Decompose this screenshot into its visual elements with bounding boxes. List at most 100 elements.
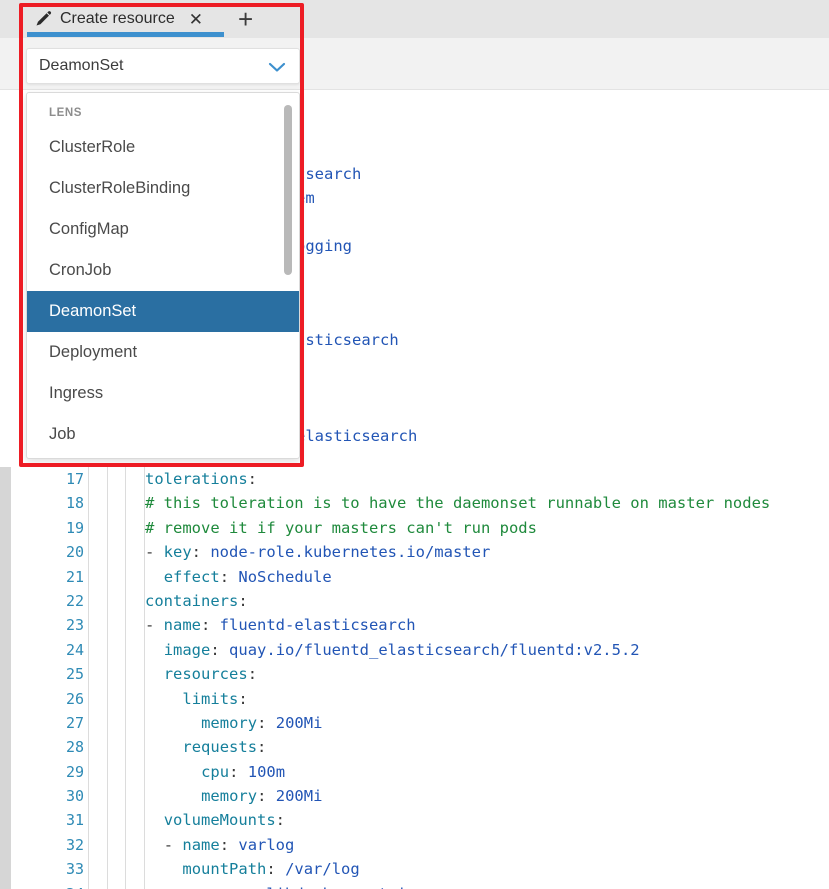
code-line[interactable]: 34 - name: varlibdockercontainers — [11, 882, 829, 889]
line-number: 18 — [65, 494, 84, 513]
token-punct: : — [229, 762, 248, 781]
token-key: resources — [163, 665, 248, 684]
token-key: tolerations — [145, 470, 248, 488]
dropdown-item-deamonset[interactable]: DeamonSet — [27, 291, 299, 332]
line-number: 29 — [65, 762, 84, 781]
code-text: # remove it if your masters can't run po… — [145, 516, 537, 540]
token-val: 200Mi — [275, 713, 323, 732]
token-val: varlog — [238, 835, 295, 854]
dropdown-item-label: ConfigMap — [49, 220, 129, 238]
code-line[interactable]: 32 - name: varlog — [11, 833, 829, 857]
token-key: name — [163, 616, 201, 635]
dropdown-scrollbar[interactable] — [284, 97, 296, 456]
code-text: effect: NoSchedule — [164, 565, 332, 589]
code-text: # this toleration is to have the daemons… — [145, 491, 770, 515]
code-text: requests: — [182, 735, 266, 759]
line-number: 34 — [11, 882, 84, 889]
code-text: - name: varlog — [164, 833, 295, 857]
yaml-editor[interactable]: 17 tolerations: 18 # this toleration is to … — [0, 467, 829, 889]
code-line[interactable]: 25 resources: — [11, 662, 829, 686]
token-key: volumeMounts — [163, 811, 276, 830]
token-punct: : — [275, 811, 286, 830]
code-line[interactable]: 18 # this toleration is to have the daemo… — [11, 491, 829, 515]
code-text: volumeMounts: — [164, 808, 285, 832]
code-text: - name: fluentd-elasticsearch — [145, 613, 416, 637]
token-punct: : — [191, 543, 211, 562]
token-key: mountPath — [182, 860, 267, 879]
token-key: limits — [182, 689, 239, 708]
token-key: name — [182, 885, 219, 889]
line-number: 26 — [65, 689, 84, 708]
dropdown-item-job[interactable]: Job — [27, 414, 299, 455]
line-number: 20 — [65, 543, 84, 562]
token-val: node-role.kubernetes.io/master — [210, 543, 491, 562]
dropdown-item-label: Job — [49, 425, 76, 443]
code-area[interactable]: 17 tolerations: 18 # this toleration is to … — [11, 467, 829, 889]
token-punct: : — [257, 787, 276, 806]
token-val: /var/log — [285, 860, 360, 879]
dropdown-scrollbar-thumb[interactable] — [284, 105, 292, 275]
close-icon[interactable]: ✕ — [189, 11, 203, 28]
token-punct: : — [247, 470, 257, 488]
code-line[interactable]: 33 mountPath: /var/log — [11, 857, 829, 881]
code-text: tolerations: — [145, 467, 257, 491]
code-line[interactable]: 31 volumeMounts: — [11, 808, 829, 832]
line-number: 32 — [65, 835, 84, 854]
dropdown-item-ingress[interactable]: Ingress — [27, 373, 299, 414]
obscured-code-fragment: csearch — [296, 165, 362, 183]
token-punct: : — [219, 567, 239, 586]
token-val: varlibdockercontainers — [238, 885, 443, 889]
dropdown-item-configmap[interactable]: ConfigMap — [27, 209, 299, 250]
token-val: fluentd-elasticsearch — [219, 616, 416, 635]
token-cmt: # this toleration is to have the daemons… — [145, 494, 771, 513]
add-tab-icon[interactable]: + — [238, 4, 253, 34]
code-text: limits: — [182, 687, 247, 711]
dropdown-item-cronjob[interactable]: CronJob — [27, 250, 299, 291]
line-number: 17 — [65, 470, 84, 488]
code-line[interactable]: 19 # remove it if your masters can't run … — [11, 516, 829, 540]
code-text: - key: node-role.kubernetes.io/master — [145, 540, 490, 564]
code-line[interactable]: 20 - key: node-role.kubernetes.io/master — [11, 540, 829, 564]
token-punct: : — [201, 616, 220, 635]
code-line[interactable]: 28 requests: — [11, 735, 829, 759]
obscured-code-fragment: ogging — [296, 237, 352, 255]
token-val: NoSchedule — [238, 567, 332, 586]
code-text: image: quay.io/fluentd_elasticsearch/flu… — [164, 638, 640, 662]
dropdown-item-deployment[interactable]: Deployment — [27, 332, 299, 373]
code-line[interactable]: 27 memory: 200Mi — [11, 711, 829, 735]
active-tab-indicator — [27, 32, 224, 37]
tab-strip: Create resource ✕ + — [0, 0, 829, 38]
resource-kind-select[interactable]: DeamonSet — [26, 48, 300, 84]
code-line[interactable]: 17 tolerations: — [11, 467, 829, 491]
code-text: containers: — [145, 589, 248, 613]
dropdown-item-label: Deployment — [49, 343, 138, 361]
token-val: quay.io/fluentd_elasticsearch/fluentd:v2… — [229, 640, 640, 659]
line-number: 31 — [65, 811, 84, 830]
code-line[interactable]: 24 image: quay.io/fluentd_elasticsearch/f… — [11, 638, 829, 662]
resource-kind-dropdown[interactable]: LENS ClusterRole ClusterRoleBinding Config… — [26, 92, 300, 459]
dropdown-group-label: LENS — [49, 107, 83, 119]
chevron-down-icon[interactable] — [267, 60, 287, 72]
token-key: cpu — [201, 762, 230, 781]
token-punct: : — [266, 860, 286, 879]
line-number: 21 — [65, 567, 84, 586]
dropdown-item-clusterrolebinding[interactable]: ClusterRoleBinding — [27, 168, 299, 209]
code-line[interactable]: 23 - name: fluentd-elasticsearch — [11, 613, 829, 637]
dropdown-item-clusterrole[interactable]: ClusterRole — [27, 127, 299, 168]
dropdown-item-label: ClusterRoleBinding — [49, 179, 191, 197]
dropdown-item-label: ClusterRole — [49, 138, 136, 156]
pencil-icon — [34, 10, 52, 28]
editor-scrollbar[interactable] — [0, 467, 11, 889]
code-text: mountPath: /var/log — [182, 857, 359, 881]
code-line[interactable]: 21 effect: NoSchedule — [11, 565, 829, 589]
code-line[interactable]: 29 cpu: 100m — [11, 760, 829, 784]
line-number: 27 — [65, 713, 84, 732]
dropdown-item-label: CronJob — [49, 261, 112, 279]
token-punct: : — [257, 738, 267, 757]
token-dash: - — [145, 616, 164, 635]
code-line[interactable]: 30 memory: 200Mi — [11, 784, 829, 808]
code-line[interactable]: 22 containers: — [11, 589, 829, 613]
line-number: 30 — [65, 787, 84, 806]
code-line[interactable]: 26 limits: — [11, 687, 829, 711]
token-punct: : — [210, 640, 230, 659]
